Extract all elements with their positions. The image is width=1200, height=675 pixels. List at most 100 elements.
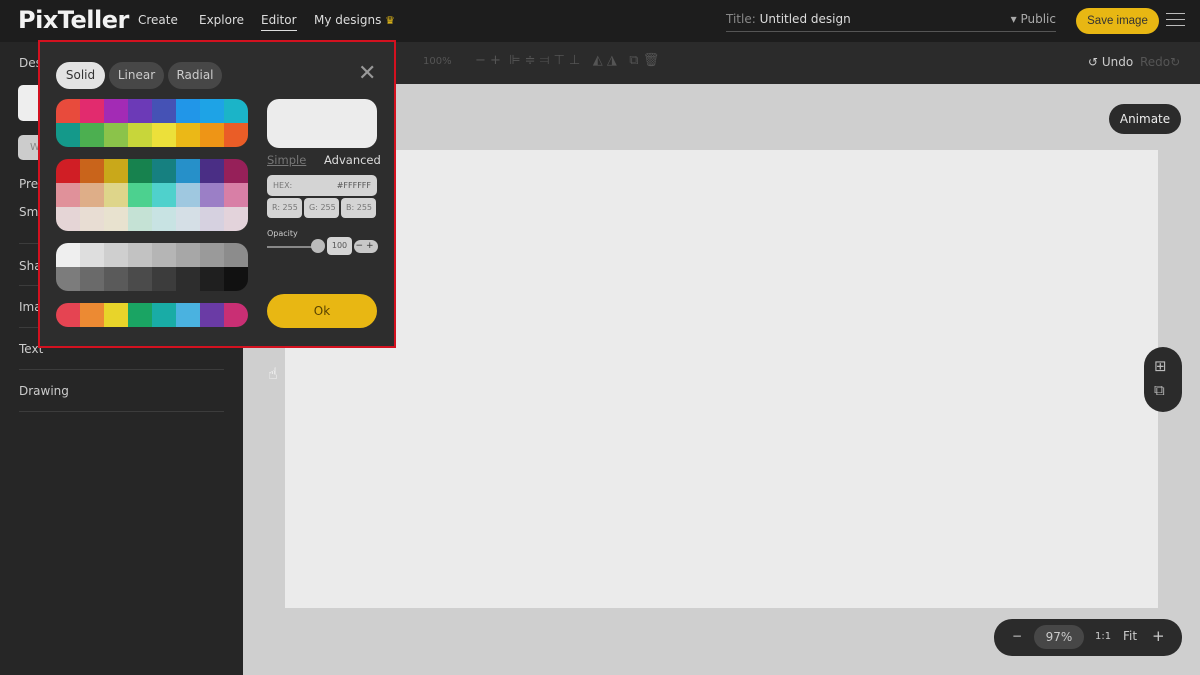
- color-swatch[interactable]: [104, 207, 128, 231]
- redo-button[interactable]: Redo↻: [1140, 55, 1180, 69]
- ok-button[interactable]: Ok: [267, 294, 377, 328]
- color-swatch[interactable]: [224, 183, 248, 207]
- save-image-button[interactable]: Save image: [1076, 8, 1159, 34]
- color-swatch[interactable]: [200, 99, 224, 123]
- color-swatch[interactable]: [104, 183, 128, 207]
- menu-icon[interactable]: [1166, 13, 1185, 31]
- title-input[interactable]: Title: Untitled design ▾ Public: [726, 12, 1056, 32]
- color-swatch[interactable]: [176, 303, 200, 327]
- animate-button[interactable]: Animate: [1109, 104, 1181, 134]
- zoom-1to1-button[interactable]: 1:1: [1095, 631, 1111, 642]
- color-swatch[interactable]: [104, 99, 128, 123]
- color-swatch[interactable]: [56, 159, 80, 183]
- color-swatch[interactable]: [200, 267, 224, 291]
- mode-simple-link[interactable]: Simple: [267, 153, 306, 167]
- zoom-value[interactable]: 97%: [1034, 625, 1084, 649]
- undo-button[interactable]: ↺ Undo: [1088, 55, 1133, 69]
- color-swatch[interactable]: [56, 303, 80, 327]
- color-swatch[interactable]: [152, 303, 176, 327]
- color-swatch[interactable]: [104, 123, 128, 147]
- color-swatch[interactable]: [200, 123, 224, 147]
- color-swatch[interactable]: [104, 303, 128, 327]
- zoom-in-button[interactable]: +: [1152, 627, 1165, 645]
- color-swatch[interactable]: [80, 183, 104, 207]
- color-swatch[interactable]: [128, 159, 152, 183]
- color-swatch[interactable]: [80, 267, 104, 291]
- nav-my-designs[interactable]: My designs ♛: [314, 13, 395, 27]
- sidebar-item-presets[interactable]: Pre: [19, 177, 38, 191]
- color-swatch[interactable]: [224, 243, 248, 267]
- color-swatch[interactable]: [56, 267, 80, 291]
- red-input[interactable]: R: 255: [267, 198, 302, 218]
- color-swatch[interactable]: [128, 99, 152, 123]
- color-swatch[interactable]: [152, 207, 176, 231]
- blue-input[interactable]: B: 255: [341, 198, 376, 218]
- opacity-slider-handle[interactable]: [311, 239, 325, 253]
- visibility-dropdown[interactable]: ▾ Public: [1011, 12, 1056, 26]
- color-swatch[interactable]: [176, 267, 200, 291]
- sidebar-item-sm[interactable]: Sm: [19, 205, 38, 219]
- color-swatch[interactable]: [224, 207, 248, 231]
- color-swatch[interactable]: [224, 159, 248, 183]
- color-swatch[interactable]: [104, 267, 128, 291]
- color-swatch[interactable]: [80, 159, 104, 183]
- color-swatch[interactable]: [80, 243, 104, 267]
- color-swatch[interactable]: [128, 267, 152, 291]
- close-icon[interactable]: ✕: [358, 63, 376, 85]
- green-input[interactable]: G: 255: [304, 198, 339, 218]
- color-swatch[interactable]: [152, 243, 176, 267]
- nav-editor[interactable]: Editor: [261, 13, 297, 31]
- zoom-fit-button[interactable]: Fit: [1123, 629, 1137, 643]
- zoom-out-button[interactable]: −: [1012, 629, 1022, 643]
- color-swatch[interactable]: [200, 303, 224, 327]
- color-swatch[interactable]: [176, 207, 200, 231]
- color-swatch[interactable]: [128, 207, 152, 231]
- color-swatch[interactable]: [56, 99, 80, 123]
- opacity-stepper[interactable]: −+: [354, 240, 378, 253]
- color-swatch[interactable]: [224, 267, 248, 291]
- tab-radial[interactable]: Radial: [168, 62, 222, 89]
- color-swatch[interactable]: [200, 207, 224, 231]
- color-swatch[interactable]: [200, 183, 224, 207]
- color-swatch[interactable]: [56, 243, 80, 267]
- color-swatch[interactable]: [224, 99, 248, 123]
- color-swatch[interactable]: [176, 183, 200, 207]
- duplicate-page-icon[interactable]: ⧉: [1154, 381, 1165, 399]
- nav-explore[interactable]: Explore: [199, 13, 244, 27]
- color-swatch[interactable]: [128, 183, 152, 207]
- color-swatch[interactable]: [176, 243, 200, 267]
- design-canvas[interactable]: [285, 150, 1158, 608]
- color-swatch[interactable]: [128, 243, 152, 267]
- nav-create[interactable]: Create: [138, 13, 178, 27]
- color-swatch[interactable]: [80, 207, 104, 231]
- color-swatch[interactable]: [152, 267, 176, 291]
- tab-solid[interactable]: Solid: [56, 62, 105, 89]
- color-swatch[interactable]: [176, 99, 200, 123]
- tab-linear[interactable]: Linear: [109, 62, 164, 89]
- color-swatch[interactable]: [152, 183, 176, 207]
- color-swatch[interactable]: [152, 159, 176, 183]
- hex-input[interactable]: HEX: #FFFFFF: [267, 175, 377, 196]
- color-swatch[interactable]: [152, 99, 176, 123]
- sidebar-item-drawing[interactable]: Drawing: [19, 384, 69, 398]
- mode-advanced-link[interactable]: Advanced: [324, 153, 381, 167]
- color-swatch[interactable]: [80, 123, 104, 147]
- color-swatch[interactable]: [56, 123, 80, 147]
- color-swatch[interactable]: [56, 207, 80, 231]
- color-swatch[interactable]: [176, 159, 200, 183]
- color-swatch[interactable]: [224, 303, 248, 327]
- color-swatch[interactable]: [200, 159, 224, 183]
- color-swatch[interactable]: [104, 159, 128, 183]
- color-swatch[interactable]: [80, 99, 104, 123]
- opacity-input[interactable]: 100: [327, 237, 352, 255]
- color-swatch[interactable]: [104, 243, 128, 267]
- color-swatch[interactable]: [152, 123, 176, 147]
- color-swatch[interactable]: [176, 123, 200, 147]
- add-page-icon[interactable]: ⊞: [1154, 357, 1167, 375]
- color-swatch[interactable]: [200, 243, 224, 267]
- color-swatch[interactable]: [80, 303, 104, 327]
- logo[interactable]: PixTeller: [18, 6, 129, 34]
- color-swatch[interactable]: [56, 183, 80, 207]
- color-swatch[interactable]: [128, 123, 152, 147]
- color-swatch[interactable]: [128, 303, 152, 327]
